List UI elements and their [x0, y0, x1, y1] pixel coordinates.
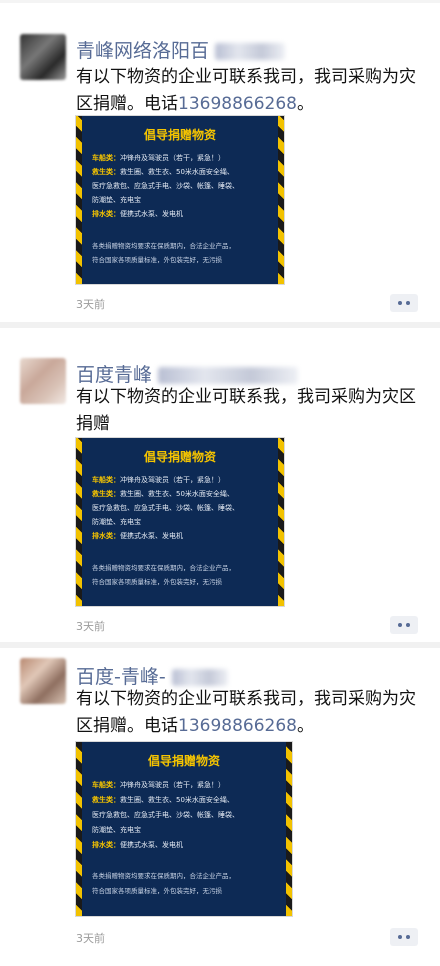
poster-line: 车船类：冲锋舟及驾驶员（若干，紧急！）: [92, 154, 225, 162]
avatar[interactable]: [20, 658, 66, 704]
poster-line: 防潮垫、充电宝: [92, 826, 141, 834]
post-text: 有以下物资的企业可联系我，我司采购为灾区捐赠: [76, 387, 416, 434]
poster-line: 救生类：救生圈、救生衣、50米水面安全绳、: [92, 796, 234, 804]
moments-feed: 青峰网络洛阳百 有以下物资的企业可联系我司，我司采购为灾区捐赠。电话136988…: [0, 0, 440, 966]
donation-poster-image[interactable]: 倡导捐赠物资 车船类：冲锋舟及驾驶员（若干，紧急！） 救生类：救生圈、救生衣、5…: [76, 438, 284, 606]
poster-line: 防潮垫、充电宝: [92, 196, 141, 204]
donation-poster-image[interactable]: 倡导捐赠物资 车船类：冲锋舟及驾驶员（若干，紧急！） 救生类：救生圈、救生衣、5…: [76, 742, 292, 916]
more-dots-icon[interactable]: [390, 616, 418, 634]
poster-title: 倡导捐赠物资: [143, 128, 216, 142]
poster-note: 各类捐赠物资均要求在保质期内，合法企业产品，: [92, 872, 235, 880]
poster-title: 倡导捐赠物资: [147, 754, 220, 768]
post-text: 有以下物资的企业可联系我司，我司采购为灾区捐赠。电话13698866268。: [76, 689, 416, 736]
poster-title: 倡导捐赠物资: [143, 450, 216, 464]
poster-line: 车船类：冲锋舟及驾驶员（若干，紧急！）: [92, 476, 225, 484]
post-1: 青峰网络洛阳百 有以下物资的企业可联系我司，我司采购为灾区捐赠。电话136988…: [0, 0, 440, 320]
poster-line: 排水类：便携式水泵、发电机: [92, 210, 183, 218]
poster-line: 医疗急救包、应急式手电、沙袋、帐篷、睡袋、: [92, 504, 239, 512]
poster-name[interactable]: 青峰网络洛阳百: [76, 36, 286, 63]
post-time: 3天前: [76, 298, 105, 311]
poster-line: 救生类：救生圈、救生衣、50米水面安全绳、: [92, 490, 234, 498]
more-dots-icon[interactable]: [390, 928, 418, 946]
poster-note: 各类捐赠物资均要求在保质期内，合法企业产品，: [92, 242, 235, 250]
poster-note: 符合国家各项质量标准，外包装完好，无污损: [92, 578, 222, 586]
avatar[interactable]: [20, 358, 66, 404]
phone-link[interactable]: 13698866268: [178, 716, 297, 736]
post-text: 有以下物资的企业可联系我司，我司采购为灾区捐赠。电话13698866268。: [76, 67, 416, 114]
avatar[interactable]: [20, 34, 66, 80]
phone-link[interactable]: 13698866268: [178, 94, 297, 114]
blurred-name-part: [215, 43, 286, 60]
poster-name[interactable]: 百度青峰: [76, 360, 299, 387]
poster-line: 救生类：救生圈、救生衣、50米水面安全绳、: [92, 168, 234, 176]
poster-note: 符合国家各项质量标准，外包装完好，无污损: [92, 887, 222, 895]
more-dots-icon[interactable]: [390, 294, 418, 312]
poster-note: 符合国家各项质量标准，外包装完好，无污损: [92, 256, 222, 264]
poster-line: 排水类：便携式水泵、发电机: [92, 841, 183, 849]
post-3: 百度-青峰- 有以下物资的企业可联系我司，我司采购为灾区捐赠。电话1369886…: [0, 648, 440, 966]
poster-line: 防潮垫、充电宝: [92, 518, 141, 526]
poster-name[interactable]: 百度-青峰-: [76, 662, 228, 689]
blurred-name-part: [158, 367, 299, 384]
poster-line: 医疗急救包、应急式手电、沙袋、帐篷、睡袋、: [92, 182, 239, 190]
poster-note: 各类捐赠物资均要求在保质期内，合法企业产品，: [92, 564, 235, 572]
donation-poster-image[interactable]: 倡导捐赠物资 车船类：冲锋舟及驾驶员（若干，紧急！） 救生类：救生圈、救生衣、5…: [76, 116, 284, 284]
blurred-name-part: [171, 669, 228, 686]
post-time: 3天前: [76, 932, 105, 945]
post-time: 3天前: [76, 620, 105, 633]
poster-line: 排水类：便携式水泵、发电机: [92, 532, 183, 540]
poster-line: 医疗急救包、应急式手电、沙袋、帐篷、睡袋、: [92, 811, 239, 819]
post-2: 百度青峰 有以下物资的企业可联系我，我司采购为灾区捐赠 倡导捐赠物资 车船类：冲…: [0, 328, 440, 640]
poster-line: 车船类：冲锋舟及驾驶员（若干，紧急！）: [92, 781, 225, 789]
